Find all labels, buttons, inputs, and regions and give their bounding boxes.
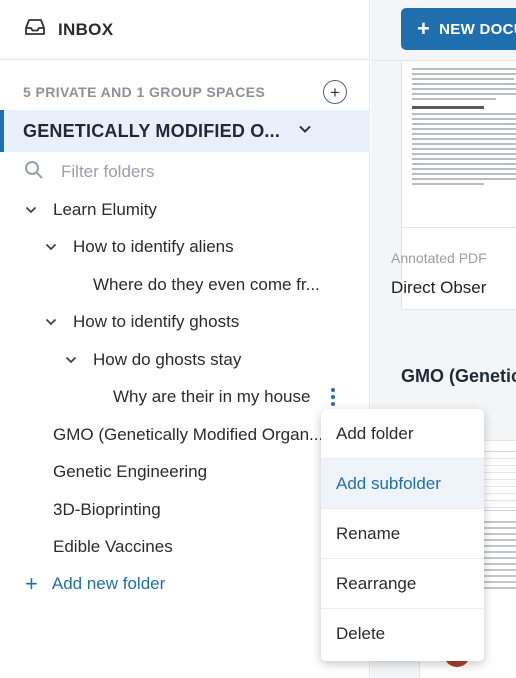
folder-edible-vaccines[interactable]: Edible Vaccines [53,533,173,561]
folder-label: How do ghosts stay [93,350,242,369]
document-card[interactable] [401,60,516,310]
folder-gmo[interactable]: GMO (Genetically Modified Organ... [53,421,323,449]
inbox-link[interactable]: INBOX [0,0,370,60]
folder-label: Why are their in my house [113,387,311,406]
new-document-button[interactable]: + NEW DOCU [401,8,516,50]
folder-label: Where do they even come fr... [93,275,320,294]
chevron-down-icon[interactable] [65,354,77,366]
folder-label: Edible Vaccines [53,537,173,556]
folder-label: Genetic Engineering [53,462,208,481]
sidebar: INBOX 5 PRIVATE AND 1 GROUP SPACES + GEN… [0,0,370,678]
menu-item-delete[interactable]: Delete [321,609,484,659]
folder-genetic-engineering[interactable]: Genetic Engineering [53,458,207,486]
new-document-label: NEW DOCU [439,20,516,38]
folder-context-menu: Add folder Add subfolder Rename Rearrang… [321,409,484,661]
folder-identify-ghosts[interactable]: How to identify ghosts [45,308,239,336]
document-title[interactable]: Direct Obser [391,278,486,298]
chevron-down-icon [280,122,312,141]
document-thumbnail [402,61,516,226]
folder-label: Learn Elumity [53,200,157,219]
plus-icon: + [25,571,38,596]
add-new-folder-button[interactable]: + Add new folder [25,570,165,598]
inbox-label: INBOX [58,19,114,39]
inbox-icon [23,15,47,44]
divider [402,227,516,228]
folder-ghosts-house[interactable]: Why are their in my house [113,383,310,411]
folder-label: How to identify ghosts [73,312,240,331]
folder-identify-aliens[interactable]: How to identify aliens [45,233,234,261]
chevron-down-icon[interactable] [45,241,57,253]
chevron-down-icon[interactable] [25,204,37,216]
chevron-down-icon[interactable] [45,316,57,328]
folder-label: GMO (Genetically Modified Organ... [53,425,324,444]
folder-label: 3D-Bioprinting [53,500,161,519]
spaces-count-label: 5 PRIVATE AND 1 GROUP SPACES [23,84,266,100]
menu-item-add-folder[interactable]: Add folder [321,409,484,459]
folder-label: How to identify aliens [73,237,234,256]
menu-item-add-subfolder[interactable]: Add subfolder [321,459,484,509]
add-new-folder-label: Add new folder [51,574,166,593]
selected-space-name: GENETICALLY MODIFIED O... [23,120,281,141]
folder-ghosts-stay[interactable]: How do ghosts stay [65,346,241,374]
add-space-button[interactable]: + [323,80,347,104]
folder-aliens-origin[interactable]: Where do they even come fr... [93,271,320,299]
folder-filter[interactable]: Filter folders [24,158,155,186]
filter-input[interactable]: Filter folders [61,162,155,182]
menu-item-rename[interactable]: Rename [321,509,484,559]
folder-section-title: GMO (Genetic [401,366,516,386]
folder-learn-elumity[interactable]: Learn Elumity [25,196,157,224]
menu-item-rearrange[interactable]: Rearrange [321,559,484,609]
spaces-header: 5 PRIVATE AND 1 GROUP SPACES + [23,80,347,104]
document-type: Annotated PDF [391,250,487,266]
space-selector[interactable]: GENETICALLY MODIFIED O... [0,110,370,152]
folder-3d-bioprinting[interactable]: 3D-Bioprinting [53,496,161,524]
more-options-icon[interactable] [325,386,341,408]
plus-icon: + [417,16,431,41]
search-icon [24,160,44,185]
